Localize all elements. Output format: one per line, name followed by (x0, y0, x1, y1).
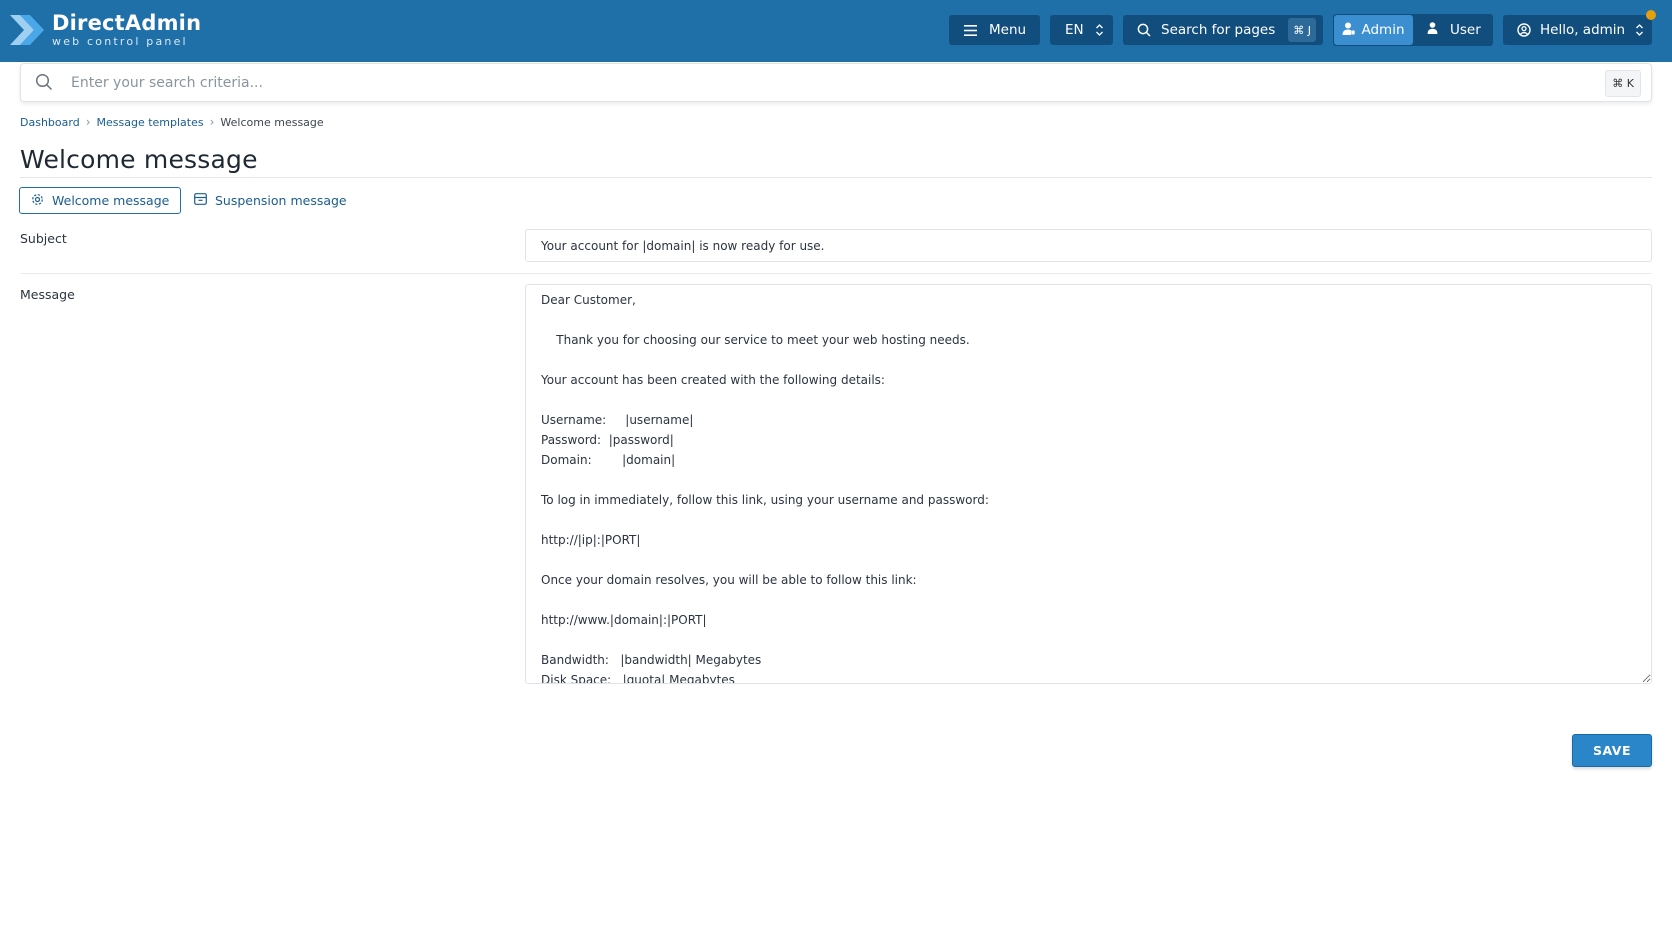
subject-input[interactable] (525, 229, 1652, 262)
global-search-input[interactable] (71, 72, 1571, 94)
search-pages-button[interactable]: Search for pages ⌘ J (1123, 15, 1323, 45)
tab-suspension-message[interactable]: Suspension message (194, 187, 347, 214)
role-user-button[interactable]: User (1419, 15, 1491, 45)
global-search-shortcut: ⌘ K (1605, 70, 1641, 97)
user-circle-icon (1517, 23, 1531, 37)
directadmin-logo[interactable]: DirectAdmin web control panel (10, 10, 201, 50)
breadcrumb-dashboard[interactable]: Dashboard (20, 116, 80, 129)
chevron-right-icon: › (209, 115, 215, 129)
breadcrumb-message-templates[interactable]: Message templates (97, 116, 204, 129)
tab-welcome-label: Welcome message (52, 193, 170, 208)
menu-label: Menu (989, 22, 1027, 38)
account-greeting: Hello, admin (1540, 22, 1626, 38)
hamburger-icon (964, 24, 977, 36)
chevron-up-down-icon (1635, 22, 1644, 42)
search-pages-label: Search for pages (1161, 22, 1276, 38)
directadmin-logo-icon (10, 15, 44, 45)
role-switch: Admin User (1333, 14, 1493, 46)
user-icon (1427, 22, 1438, 38)
menu-button[interactable]: Menu (949, 15, 1040, 45)
form-divider (20, 273, 1652, 274)
role-user-label: User (1450, 22, 1481, 38)
breadcrumb-current: Welcome message (220, 115, 324, 129)
brand-title: DirectAdmin (52, 11, 202, 35)
page-title: Welcome message (20, 145, 258, 174)
save-button[interactable]: SAVE (1572, 734, 1652, 767)
chevron-right-icon: › (85, 115, 91, 129)
role-admin-label: Admin (1361, 22, 1405, 38)
global-search-bar: ⌘ K (20, 63, 1652, 102)
language-select[interactable]: EN (1050, 15, 1113, 45)
message-label: Message (20, 287, 75, 302)
tab-welcome-message[interactable]: Welcome message (19, 187, 181, 214)
search-shortcut-badge: ⌘ J (1288, 18, 1316, 42)
top-header: DirectAdmin web control panel Menu EN Se… (0, 0, 1672, 62)
breadcrumb: Dashboard › Message templates › Welcome … (20, 115, 324, 129)
gear-icon (31, 193, 44, 209)
search-icon (1137, 23, 1151, 37)
subject-label: Subject (20, 231, 67, 246)
role-admin-button[interactable]: Admin (1334, 15, 1413, 45)
chevron-up-down-icon (1095, 22, 1104, 42)
language-label: EN (1065, 22, 1084, 38)
admin-user-icon (1342, 22, 1356, 39)
search-icon (35, 73, 53, 95)
tab-suspension-label: Suspension message (215, 193, 347, 208)
message-textarea[interactable]: Dear Customer, Thank you for choosing ou… (525, 284, 1652, 684)
brand-subtitle: web control panel (52, 35, 188, 48)
notification-dot (1646, 10, 1656, 20)
archive-icon (194, 193, 207, 208)
account-menu-button[interactable]: Hello, admin (1503, 15, 1652, 45)
title-divider (20, 177, 1652, 178)
